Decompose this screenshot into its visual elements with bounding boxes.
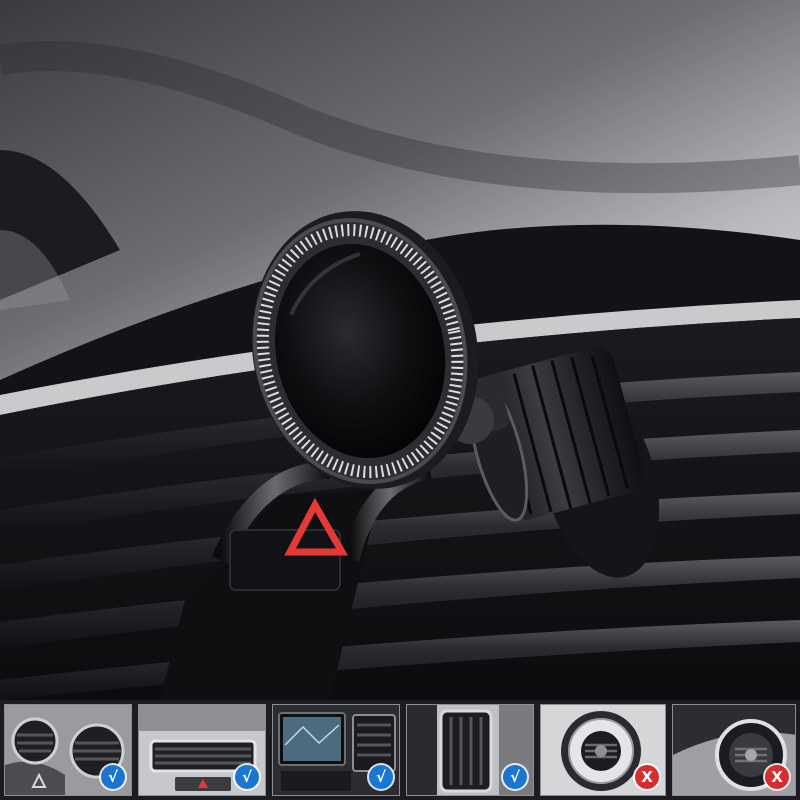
thumbnail-horizontal-slot-vent: √ bbox=[138, 704, 266, 796]
compatibility-strip: √ √ √ √ X X bbox=[0, 700, 800, 800]
compatible-check-icon: √ bbox=[235, 765, 259, 789]
compatible-check-icon: √ bbox=[503, 765, 527, 789]
compatible-check-icon: √ bbox=[369, 765, 393, 789]
product-scene bbox=[0, 0, 800, 700]
thumbnail-spherical-vent: X bbox=[540, 704, 666, 796]
incompatible-x-icon: X bbox=[765, 765, 789, 789]
compatible-check-icon: √ bbox=[101, 765, 125, 789]
thumbnail-vent-beside-screen: √ bbox=[272, 704, 400, 796]
thumbnail-vertical-vent: √ bbox=[406, 704, 534, 796]
car-dashboard-illustration bbox=[0, 0, 800, 700]
incompatible-x-icon: X bbox=[635, 765, 659, 789]
thumbnail-spherical-vent-ring: X bbox=[672, 704, 796, 796]
thumbnail-round-vents: √ bbox=[4, 704, 132, 796]
